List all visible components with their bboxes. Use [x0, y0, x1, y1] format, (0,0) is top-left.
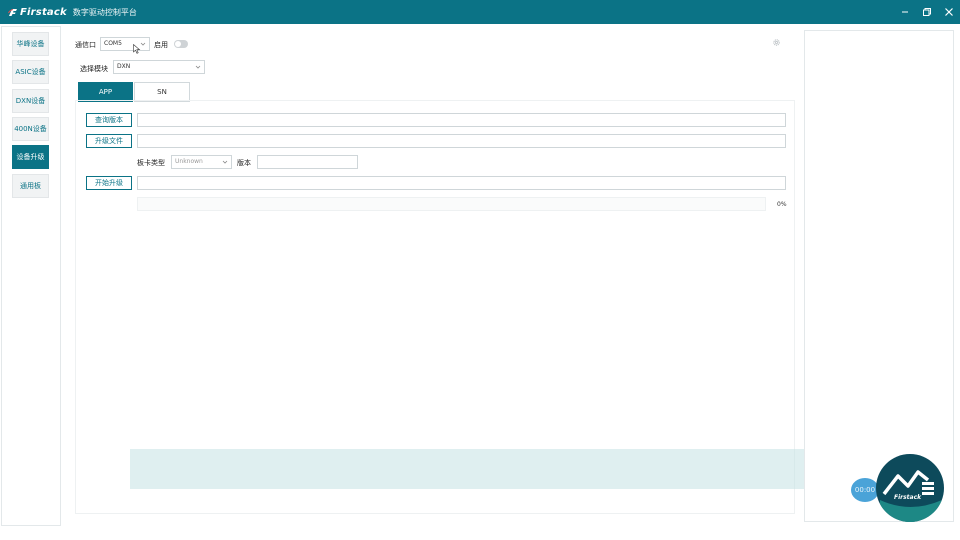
- restore-button[interactable]: [916, 0, 938, 24]
- start-upgrade-button[interactable]: 开始升级: [86, 176, 132, 190]
- tab-app[interactable]: APP: [78, 82, 133, 102]
- upgrade-file-path-field[interactable]: [137, 134, 786, 148]
- chevron-down-icon: [195, 65, 201, 69]
- enable-label: 启用: [154, 41, 168, 49]
- enable-toggle[interactable]: [174, 40, 188, 48]
- sidebar-item-label: 华峰设备: [16, 40, 45, 48]
- sidebar-item-general-board[interactable]: 通用板: [12, 174, 49, 198]
- port-select[interactable]: COM5: [100, 37, 150, 51]
- version-result-field[interactable]: [137, 113, 786, 127]
- version-field[interactable]: [257, 155, 358, 169]
- upgrade-log-field[interactable]: [137, 176, 786, 190]
- button-label: 升级文件: [95, 137, 123, 145]
- sidebar: 华峰设备 ASIC设备 DXN设备 400N设备 设备升级 通用板: [1, 26, 61, 526]
- logo-text: Firstack: [894, 494, 922, 501]
- toggle-knob: [175, 41, 181, 47]
- tab-label: SN: [157, 88, 167, 96]
- sidebar-item-label: DXN设备: [15, 97, 46, 105]
- notification-strip: [130, 449, 830, 489]
- app-title: 数字驱动控制平台: [72, 7, 137, 17]
- title-bar: Firstack 数字驱动控制平台: [0, 0, 960, 24]
- upgrade-file-button[interactable]: 升级文件: [86, 134, 132, 148]
- sidebar-item-device-upgrade[interactable]: 设备升级: [12, 145, 49, 169]
- module-select-value: DXN: [117, 63, 131, 70]
- window-controls: [894, 0, 960, 24]
- brand: Firstack: [8, 7, 67, 18]
- upgrade-progress-bar: [137, 197, 766, 211]
- sidebar-item-label: 通用板: [20, 182, 41, 190]
- card-type-label: 板卡类型: [137, 159, 165, 167]
- recording-timer[interactable]: 00:00: [851, 478, 879, 502]
- sidebar-item-asic[interactable]: ASIC设备: [12, 60, 49, 84]
- firstack-logo-icon: [880, 470, 942, 522]
- tab-sn[interactable]: SN: [134, 82, 190, 102]
- firstack-logo-badge: Firstack: [876, 454, 944, 522]
- gear-icon[interactable]: [772, 38, 781, 47]
- right-info-panel: [804, 30, 954, 522]
- sidebar-item-huafeng[interactable]: 华峰设备: [12, 32, 49, 56]
- close-button[interactable]: [938, 0, 960, 24]
- sidebar-item-label: 400N设备: [14, 125, 47, 133]
- card-type-value: Unknown: [175, 158, 203, 165]
- brand-name: Firstack: [20, 6, 67, 18]
- brand-logo-icon: [8, 9, 17, 16]
- button-label: 查询版本: [95, 116, 123, 124]
- chevron-down-icon: [222, 160, 228, 164]
- port-label: 通信口: [75, 41, 96, 49]
- mouse-cursor-icon: [133, 44, 141, 54]
- query-version-button[interactable]: 查询版本: [86, 113, 132, 127]
- minimize-button[interactable]: [894, 0, 916, 24]
- sidebar-item-label: ASIC设备: [15, 68, 46, 76]
- tab-label: APP: [98, 88, 113, 96]
- port-select-value: COM5: [104, 40, 122, 47]
- sidebar-item-dxn[interactable]: DXN设备: [12, 89, 49, 113]
- upgrade-progress-percent: 0%: [777, 201, 787, 208]
- card-type-select[interactable]: Unknown: [171, 155, 232, 169]
- button-label: 开始升级: [95, 179, 123, 187]
- module-select[interactable]: DXN: [113, 60, 205, 74]
- timer-text: 00:00: [854, 486, 876, 494]
- sidebar-item-400n[interactable]: 400N设备: [12, 117, 49, 141]
- sidebar-item-label: 设备升级: [16, 153, 45, 161]
- restore-icon: [923, 8, 931, 16]
- module-label: 选择模块: [80, 65, 108, 73]
- minimize-icon: [902, 11, 908, 13]
- close-icon: [945, 8, 953, 16]
- version-label: 版本: [237, 159, 251, 167]
